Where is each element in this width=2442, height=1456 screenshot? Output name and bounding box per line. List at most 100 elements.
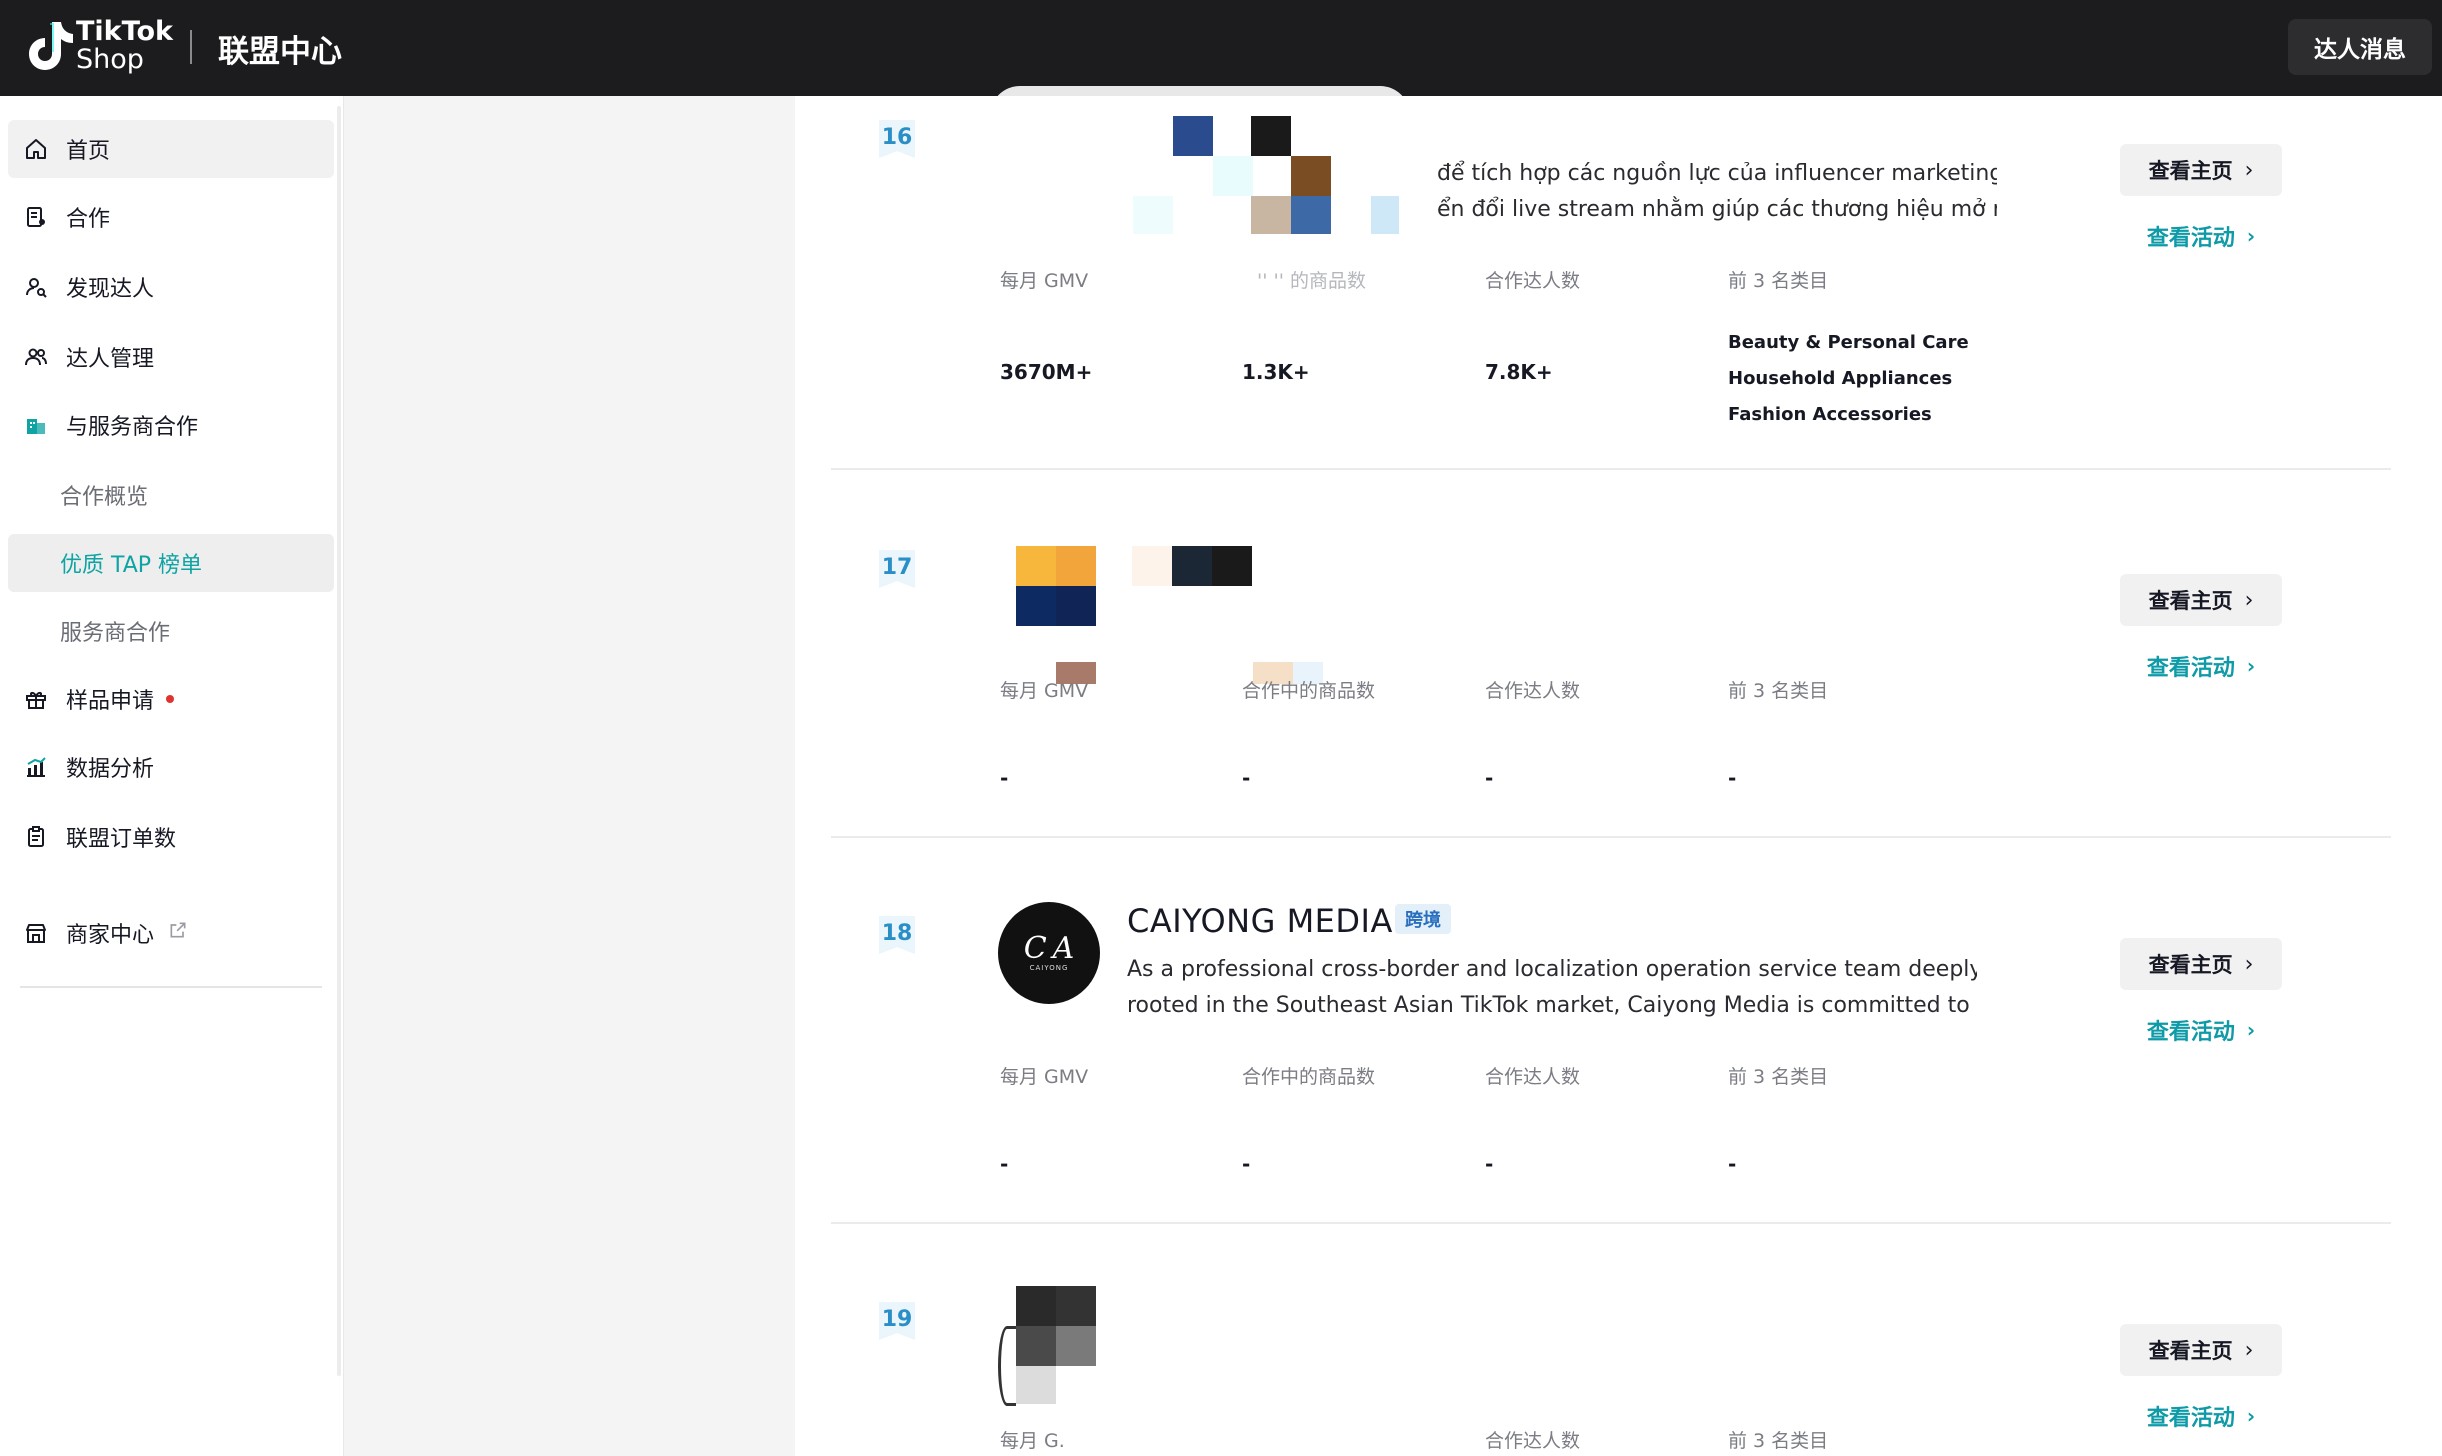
pixelated-avatar-block — [1251, 116, 1291, 156]
stat-label-gmv: 每月 GMV — [1000, 1066, 1089, 1088]
pixelated-avatar-block — [1056, 1326, 1096, 1366]
sidebar-item-label: 与服务商合作 — [66, 415, 199, 440]
sidebar-subitem-overview[interactable]: 合作概览 — [8, 466, 334, 524]
sidebar-item-label: 优质 TAP 榜单 — [60, 553, 203, 578]
view-homepage-button[interactable]: 查看主页 › — [2120, 938, 2282, 990]
row-divider — [831, 468, 2391, 470]
chevron-right-icon: › — [2244, 587, 2254, 613]
pixelated-avatar-block — [1173, 116, 1213, 156]
sidebar-item-seller-center[interactable]: 商家中心 — [8, 904, 334, 962]
sidebar-subitem-tap-ranking[interactable]: 优质 TAP 榜单 — [8, 534, 334, 592]
clipboard-icon — [22, 823, 50, 851]
button-label: 查看主页 — [2148, 953, 2233, 977]
button-label: 查看主页 — [2148, 159, 2233, 183]
sidebar-item-label: 样品申请 — [66, 689, 155, 714]
sidebar-scrollbar[interactable] — [337, 106, 341, 1376]
stat-value-products: 1.3K+ — [1242, 360, 1310, 384]
rank-badge: 16 — [879, 120, 915, 158]
row-divider — [831, 836, 2391, 838]
pixelated-avatar-block — [1056, 1286, 1096, 1326]
rank-badge: 17 — [879, 550, 915, 588]
rank-badge: 18 — [879, 916, 915, 954]
stat-value-creators: - — [1485, 1152, 1494, 1176]
sidebar-item-home[interactable]: 首页 — [8, 120, 334, 178]
sidebar-item-sample-requests[interactable]: 样品申请 — [8, 670, 334, 728]
view-activity-link[interactable]: 查看活动 › — [2120, 1396, 2282, 1436]
home-icon — [22, 135, 50, 163]
pixelated-avatar-block — [1251, 196, 1291, 234]
view-activity-link[interactable]: 查看活动 › — [2120, 216, 2282, 256]
gift-icon — [22, 685, 50, 713]
agency-name[interactable]: CAIYONG MEDIA — [1127, 902, 1393, 940]
category-item: Beauty & Personal Care — [1728, 332, 1969, 353]
sidebar-item-label: 联盟订单数 — [66, 827, 177, 852]
creator-messages-button[interactable]: 达人消息 — [2288, 19, 2432, 75]
sidebar-item-analytics[interactable]: 数据分析 — [8, 738, 334, 796]
pixelated-name-block — [1172, 546, 1212, 586]
stat-label-categories: 前 3 名类目 — [1728, 1430, 1829, 1452]
button-label: 查看主页 — [2148, 589, 2233, 613]
stat-label-gmv: 每月 GMV — [1000, 270, 1089, 292]
notification-dot — [166, 695, 175, 703]
stat-label-creators: 合作达人数 — [1485, 270, 1581, 292]
pixelated-avatar-block — [1016, 1366, 1056, 1404]
pixelated-avatar-block — [1016, 546, 1056, 586]
store-icon — [22, 919, 50, 947]
agency-avatar[interactable]: C A CAIYONG — [998, 902, 1100, 1004]
sidebar-item-affiliate-orders[interactable]: 联盟订单数 — [8, 808, 334, 866]
sidebar-item-service-providers[interactable]: 与服务商合作 — [8, 396, 334, 454]
link-label: 查看活动 — [2146, 1406, 2235, 1431]
link-label: 查看活动 — [2146, 1020, 2235, 1045]
stat-value-products: - — [1242, 766, 1251, 790]
view-activity-link[interactable]: 查看活动 › — [2120, 646, 2282, 686]
stat-value-creators: 7.8K+ — [1485, 360, 1553, 384]
view-activity-link[interactable]: 查看活动 › — [2120, 1010, 2282, 1050]
stat-value-gmv: - — [1000, 766, 1009, 790]
sidebar-item-label: 合作 — [66, 207, 111, 232]
view-homepage-button[interactable]: 查看主页 › — [2120, 574, 2282, 626]
chevron-right-icon: › — [2244, 951, 2254, 977]
view-homepage-button[interactable]: 查看主页 › — [2120, 144, 2282, 196]
sidebar-item-label: 达人管理 — [66, 347, 155, 372]
pixelated-avatar-block — [1291, 196, 1331, 234]
avatar-mark: C A — [1023, 931, 1075, 966]
tap-ranking-list: 16 để tích hợp các nguồn lực của influen… — [795, 86, 2442, 1456]
stat-value-gmv: - — [1000, 1152, 1009, 1176]
stat-label-creators: 合作达人数 — [1485, 680, 1581, 702]
top-bar: TikTok Shop 联盟中心 达人消息 — [0, 0, 2442, 96]
pixelated-avatar-block — [1016, 586, 1056, 626]
page-title: 联盟中心 — [218, 34, 342, 70]
cross-border-tag: 跨境 — [1395, 904, 1451, 934]
pixelated-avatar-block — [1016, 1286, 1056, 1326]
sidebar-item-label: 首页 — [66, 139, 111, 164]
stat-label-gmv: 每月 GMV — [1000, 680, 1089, 702]
building-icon — [22, 411, 50, 439]
pixelated-avatar-block — [998, 1326, 1016, 1406]
sidebar-item-find-creators[interactable]: 发现达人 — [8, 258, 334, 316]
stat-label-products: 合作中的商品数 — [1242, 680, 1376, 702]
pixelated-avatar-block — [1213, 156, 1253, 196]
pixelated-avatar-block — [1291, 156, 1331, 196]
chevron-right-icon: › — [2244, 1337, 2254, 1363]
sidebar-divider — [20, 986, 322, 988]
row-divider — [831, 1222, 2391, 1224]
stat-value-creators: - — [1485, 766, 1494, 790]
sidebar-item-label: 发现达人 — [66, 277, 155, 302]
chevron-right-icon: › — [2244, 157, 2254, 183]
pixelated-name-block — [1132, 546, 1172, 586]
pixelated-avatar-block — [1056, 546, 1096, 586]
stat-value-categories: - — [1728, 766, 1737, 790]
sidebar-item-label: 数据分析 — [66, 757, 155, 782]
view-homepage-button[interactable]: 查看主页 › — [2120, 1324, 2282, 1376]
pixelated-avatar-block — [1133, 196, 1173, 234]
document-icon — [22, 203, 50, 231]
chevron-right-icon: › — [2246, 1018, 2256, 1042]
chevron-right-icon: › — [2246, 654, 2256, 678]
pixelated-avatar-block — [1371, 196, 1399, 234]
avatar-word: CAIYONG — [1029, 964, 1069, 972]
sidebar-subitem-provider-collaboration[interactable]: 服务商合作 — [8, 602, 334, 660]
stat-label-categories: 前 3 名类目 — [1728, 680, 1829, 702]
sidebar-item-creator-management[interactable]: 达人管理 — [8, 328, 334, 386]
sidebar-item-label: 合作概览 — [60, 485, 149, 510]
sidebar-item-collaboration[interactable]: 合作 — [8, 188, 334, 246]
